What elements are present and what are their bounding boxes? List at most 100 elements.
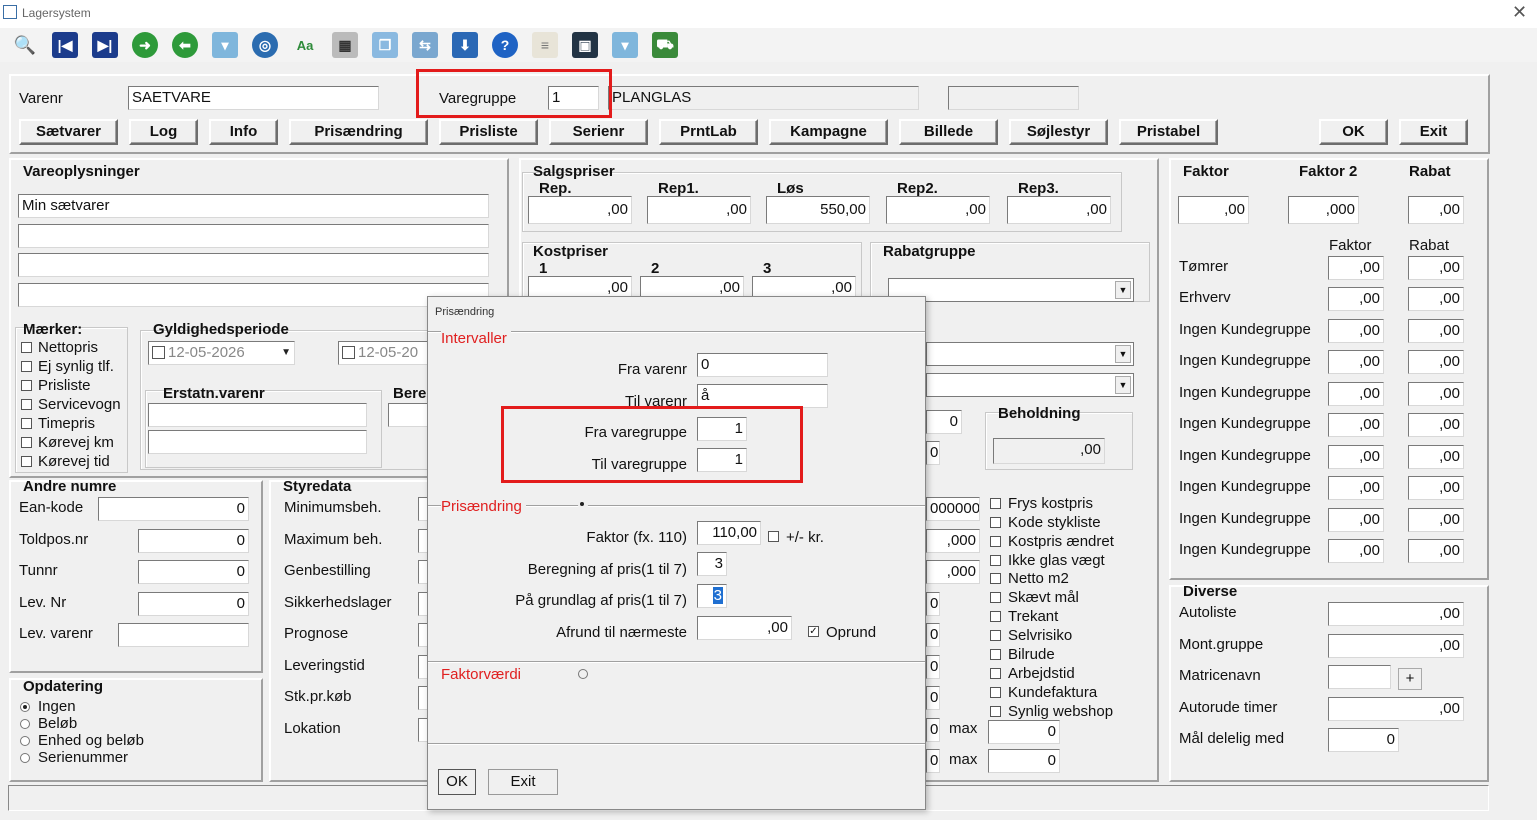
bere-input[interactable] — [388, 403, 430, 427]
group-row-faktor[interactable]: ,00 — [1328, 382, 1384, 406]
exit-button[interactable]: Exit — [1399, 119, 1468, 145]
rep1-price-input[interactable]: ,00 — [647, 196, 751, 224]
faktor-input[interactable]: ,00 — [1178, 196, 1249, 224]
prntlab-button[interactable]: PrntLab — [659, 119, 758, 145]
max-input-2[interactable]: 0 — [988, 749, 1060, 773]
group-row-faktor[interactable]: ,00 — [1328, 350, 1384, 374]
nettopris-checkbox[interactable] — [21, 342, 32, 353]
info-button[interactable]: Info — [209, 119, 278, 145]
group-row-rabat[interactable]: ,00 — [1408, 382, 1464, 406]
mid-zero-3[interactable]: 0 — [926, 655, 940, 679]
synlig-webshop-checkbox[interactable] — [990, 706, 1001, 717]
trash-icon[interactable]: ▾ — [612, 32, 638, 58]
billede-button[interactable]: Billede — [899, 119, 998, 145]
rep2-price-input[interactable]: ,00 — [886, 196, 990, 224]
group-row-rabat[interactable]: ,00 — [1408, 256, 1464, 280]
lev-varenr-input[interactable] — [118, 623, 249, 647]
group-row-rabat[interactable]: ,00 — [1408, 413, 1464, 437]
matricenavn-plus-button[interactable]: + — [1398, 668, 1422, 690]
ej-synlig-checkbox[interactable] — [21, 361, 32, 372]
group-row-faktor[interactable]: ,00 — [1328, 256, 1384, 280]
skaevt-maal-checkbox[interactable] — [990, 592, 1001, 603]
max-input-1[interactable]: 0 — [988, 720, 1060, 744]
vareoplysning-line-3[interactable] — [18, 253, 489, 277]
lev-nr-input[interactable]: 0 — [138, 592, 249, 616]
prisaendring-radio[interactable] — [578, 500, 588, 510]
vareoplysning-line-4[interactable] — [18, 283, 489, 307]
group-row-rabat[interactable]: ,00 — [1408, 319, 1464, 343]
loes-price-input[interactable]: 550,00 — [766, 196, 870, 224]
dropdown-1[interactable]: ▼ — [926, 342, 1134, 366]
matricenavn-input[interactable] — [1328, 665, 1391, 689]
dialog-ok-button[interactable]: OK — [438, 769, 476, 795]
fra-varenr-input[interactable]: 0 — [697, 353, 828, 377]
selvrisiko-checkbox[interactable] — [990, 630, 1001, 641]
erstatn-input-2[interactable] — [148, 430, 367, 454]
copy-icon[interactable]: ❐ — [372, 32, 398, 58]
faktor-fx-input[interactable]: 110,00 — [697, 521, 761, 545]
ok-button[interactable]: OK — [1319, 119, 1388, 145]
group-row-faktor[interactable]: ,00 — [1328, 476, 1384, 500]
servicevogn-checkbox[interactable] — [21, 399, 32, 410]
oprund-checkbox[interactable]: ✓ — [808, 626, 819, 637]
gyldig-til-date[interactable]: 12-05-20 — [338, 341, 430, 365]
rep3-price-input[interactable]: ,00 — [1007, 196, 1111, 224]
back-icon[interactable]: ⬅ — [172, 32, 198, 58]
trekant-checkbox[interactable] — [990, 611, 1001, 622]
group-row-faktor[interactable]: ,00 — [1328, 539, 1384, 563]
calculator-icon[interactable]: ▦ — [332, 32, 358, 58]
close-button[interactable]: ✕ — [1512, 2, 1527, 23]
koerevej-tid-checkbox[interactable] — [21, 456, 32, 467]
opdatering-beloeb-radio[interactable] — [20, 719, 30, 729]
mid-zero-6[interactable]: 0 — [926, 749, 940, 773]
mid-value-3[interactable]: ,000 — [926, 560, 980, 584]
screen-icon[interactable]: ▣ — [572, 32, 598, 58]
mid-value-1[interactable]: 000000 — [926, 497, 980, 521]
plusminus-checkbox[interactable] — [768, 531, 779, 542]
maal-delelig-input[interactable]: 0 — [1328, 728, 1399, 752]
vareoplysning-line-1[interactable]: Min sætvarer — [18, 194, 489, 218]
dropdown-2[interactable]: ▼ — [926, 373, 1134, 397]
prisliste-button[interactable]: Prisliste — [439, 119, 538, 145]
first-record-icon[interactable]: |◀ — [52, 32, 78, 58]
small-field-1[interactable]: 0 — [926, 410, 962, 434]
small-field-2[interactable]: 0 — [926, 441, 940, 465]
group-row-faktor[interactable]: ,00 — [1328, 413, 1384, 437]
search-icon[interactable]: 🔍 — [12, 32, 38, 58]
group-row-faktor[interactable]: ,00 — [1328, 508, 1384, 532]
arbejdstid-checkbox[interactable] — [990, 668, 1001, 679]
gyldig-fra-date[interactable]: 12-05-2026 ▼ — [148, 341, 295, 365]
mid-zero-4[interactable]: 0 — [926, 686, 940, 710]
group-row-rabat[interactable]: ,00 — [1408, 539, 1464, 563]
kampagne-button[interactable]: Kampagne — [769, 119, 888, 145]
group-row-rabat[interactable]: ,00 — [1408, 476, 1464, 500]
ikke-glas-vaegt-checkbox[interactable] — [990, 555, 1001, 566]
koerevej-km-checkbox[interactable] — [21, 437, 32, 448]
netto-m2-checkbox[interactable] — [990, 573, 1001, 584]
mid-zero-5[interactable]: 0 — [926, 718, 940, 742]
group-row-rabat[interactable]: ,00 — [1408, 508, 1464, 532]
erstatn-input-1[interactable] — [148, 403, 367, 427]
grundlag-input[interactable]: 3 — [697, 584, 727, 608]
group-row-rabat[interactable]: ,00 — [1408, 350, 1464, 374]
mid-zero-1[interactable]: 0 — [926, 592, 940, 616]
log-button[interactable]: Log — [129, 119, 198, 145]
saetvarer-button[interactable]: Sætvarer — [19, 119, 118, 145]
document-icon[interactable]: ≡ — [532, 32, 558, 58]
group-row-rabat[interactable]: ,00 — [1408, 445, 1464, 469]
kode-stykliste-checkbox[interactable] — [990, 517, 1001, 528]
autoliste-input[interactable]: ,00 — [1328, 602, 1464, 626]
kostpris-aendret-checkbox[interactable] — [990, 536, 1001, 547]
kundefaktura-checkbox[interactable] — [990, 687, 1001, 698]
pristabel-button[interactable]: Pristabel — [1119, 119, 1218, 145]
group-row-rabat[interactable]: ,00 — [1408, 287, 1464, 311]
montgruppe-input[interactable]: ,00 — [1328, 634, 1464, 658]
target-icon[interactable]: ◎ — [252, 32, 278, 58]
font-icon[interactable]: Aa — [292, 32, 318, 58]
rabat-input[interactable]: ,00 — [1408, 196, 1464, 224]
truck-icon[interactable]: ⛟ — [652, 32, 678, 58]
opdatering-ingen-radio[interactable] — [20, 702, 30, 712]
tunnr-input[interactable]: 0 — [138, 560, 249, 584]
rep-price-input[interactable]: ,00 — [528, 196, 632, 224]
opdatering-enhed-radio[interactable] — [20, 736, 30, 746]
